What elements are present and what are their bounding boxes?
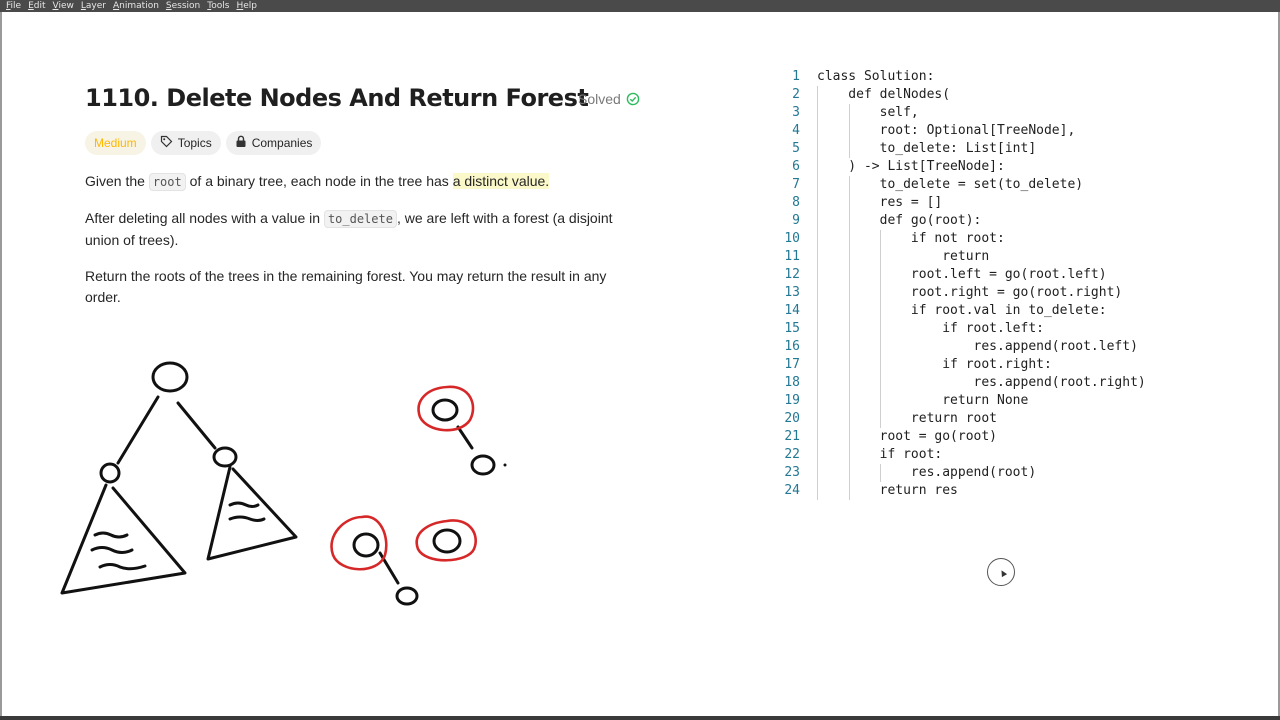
problem-tags: Medium Topics Companies xyxy=(85,131,322,155)
line-number: 1 xyxy=(792,69,800,84)
line-number: 3 xyxy=(792,105,800,120)
line-number: 24 xyxy=(784,483,800,498)
line-number: 10 xyxy=(784,231,800,246)
line-number: 8 xyxy=(792,195,800,210)
code-line: ) -> List[TreeNode]: xyxy=(817,159,1005,174)
line-number: 4 xyxy=(792,123,800,138)
solved-status: Solved xyxy=(578,91,640,107)
indent-guide xyxy=(880,230,881,428)
code-line: return res xyxy=(817,483,958,498)
p2-text-a: After deleting all nodes with a value in xyxy=(85,210,324,226)
code-line: return root xyxy=(817,411,998,426)
menu-help[interactable]: Help xyxy=(236,0,257,12)
tag-icon xyxy=(160,135,173,151)
indent-guide xyxy=(880,464,881,482)
indent-guide xyxy=(817,86,818,500)
line-number: 7 xyxy=(792,177,800,192)
solved-label: Solved xyxy=(578,91,621,107)
difficulty-badge: Medium xyxy=(85,131,146,155)
line-number: 19 xyxy=(784,393,800,408)
line-number: 13 xyxy=(784,285,800,300)
code-line: root = go(root) xyxy=(817,429,998,444)
line-number: 11 xyxy=(784,249,800,264)
topics-label: Topics xyxy=(177,136,212,150)
window-left-edge xyxy=(0,12,2,720)
description-paragraph-3: Return the roots of the trees in the rem… xyxy=(85,268,607,305)
menu-edit[interactable]: Edit xyxy=(28,0,45,12)
menu-tools[interactable]: Tools xyxy=(207,0,229,12)
line-number: 18 xyxy=(784,375,800,390)
code-line: root: Optional[TreeNode], xyxy=(817,123,1076,138)
code-line: def delNodes( xyxy=(817,87,951,102)
line-number: 17 xyxy=(784,357,800,372)
description-paragraph-2: After deleting all nodes with a value in… xyxy=(85,208,625,251)
inline-code-root: root xyxy=(148,173,186,191)
topics-button[interactable]: Topics xyxy=(150,131,221,155)
inline-code-to-delete: to_delete xyxy=(323,210,397,228)
window-bottom-edge xyxy=(0,716,1280,720)
code-line: root.left = go(root.left) xyxy=(817,267,1107,282)
p1-text-a: Given the xyxy=(85,173,149,189)
line-number: 22 xyxy=(784,447,800,462)
mouse-cursor-indicator xyxy=(987,558,1015,586)
line-number: 23 xyxy=(784,465,800,480)
line-number: 15 xyxy=(784,321,800,336)
code-line: res.append(root.right) xyxy=(817,375,1146,390)
menu-layer[interactable]: Layer xyxy=(81,0,106,12)
code-line: res = [] xyxy=(817,195,943,210)
line-number: 12 xyxy=(784,267,800,282)
line-number: 2 xyxy=(792,87,800,102)
code-line: if root.val in to_delete: xyxy=(817,303,1107,318)
lock-icon xyxy=(235,135,247,151)
p1-text-b: of a binary tree, each node in the tree … xyxy=(185,173,453,189)
line-number: 6 xyxy=(792,159,800,174)
code-line: if root.left: xyxy=(817,321,1044,336)
code-line: to_delete = set(to_delete) xyxy=(817,177,1084,192)
line-number: 16 xyxy=(784,339,800,354)
line-number: 20 xyxy=(784,411,800,426)
companies-button[interactable]: Companies xyxy=(225,131,322,155)
line-number: 5 xyxy=(792,141,800,156)
p1-highlight: a distinct value. xyxy=(452,173,550,189)
line-number: 9 xyxy=(792,213,800,228)
menu-bar: File Edit View Layer Animation Session T… xyxy=(0,0,1280,12)
line-number: 21 xyxy=(784,429,800,444)
menu-file[interactable]: File xyxy=(6,0,21,12)
difficulty-label: Medium xyxy=(94,136,137,150)
line-number: 14 xyxy=(784,303,800,318)
menu-animation[interactable]: Animation xyxy=(113,0,159,12)
description-paragraph-1: Given the root of a binary tree, each no… xyxy=(85,171,625,193)
code-line: if root: xyxy=(817,447,943,462)
code-line: if root.right: xyxy=(817,357,1052,372)
indent-guide xyxy=(849,104,850,158)
companies-label: Companies xyxy=(251,136,313,150)
forest-sketch-drawing xyxy=(60,361,507,606)
code-line: self, xyxy=(817,105,919,120)
problem-title: 1110. Delete Nodes And Return Forest xyxy=(85,84,589,112)
menu-view[interactable]: View xyxy=(53,0,74,12)
code-line: return xyxy=(817,249,990,264)
code-line: class Solution: xyxy=(817,69,935,84)
code-line: def go(root): xyxy=(817,213,982,228)
indent-guide xyxy=(849,176,850,500)
code-line: res.append(root.left) xyxy=(817,339,1138,354)
check-circle-icon xyxy=(626,92,640,106)
code-line: if not root: xyxy=(817,231,1005,246)
code-line: root.right = go(root.right) xyxy=(817,285,1123,300)
menu-session[interactable]: Session xyxy=(166,0,200,12)
